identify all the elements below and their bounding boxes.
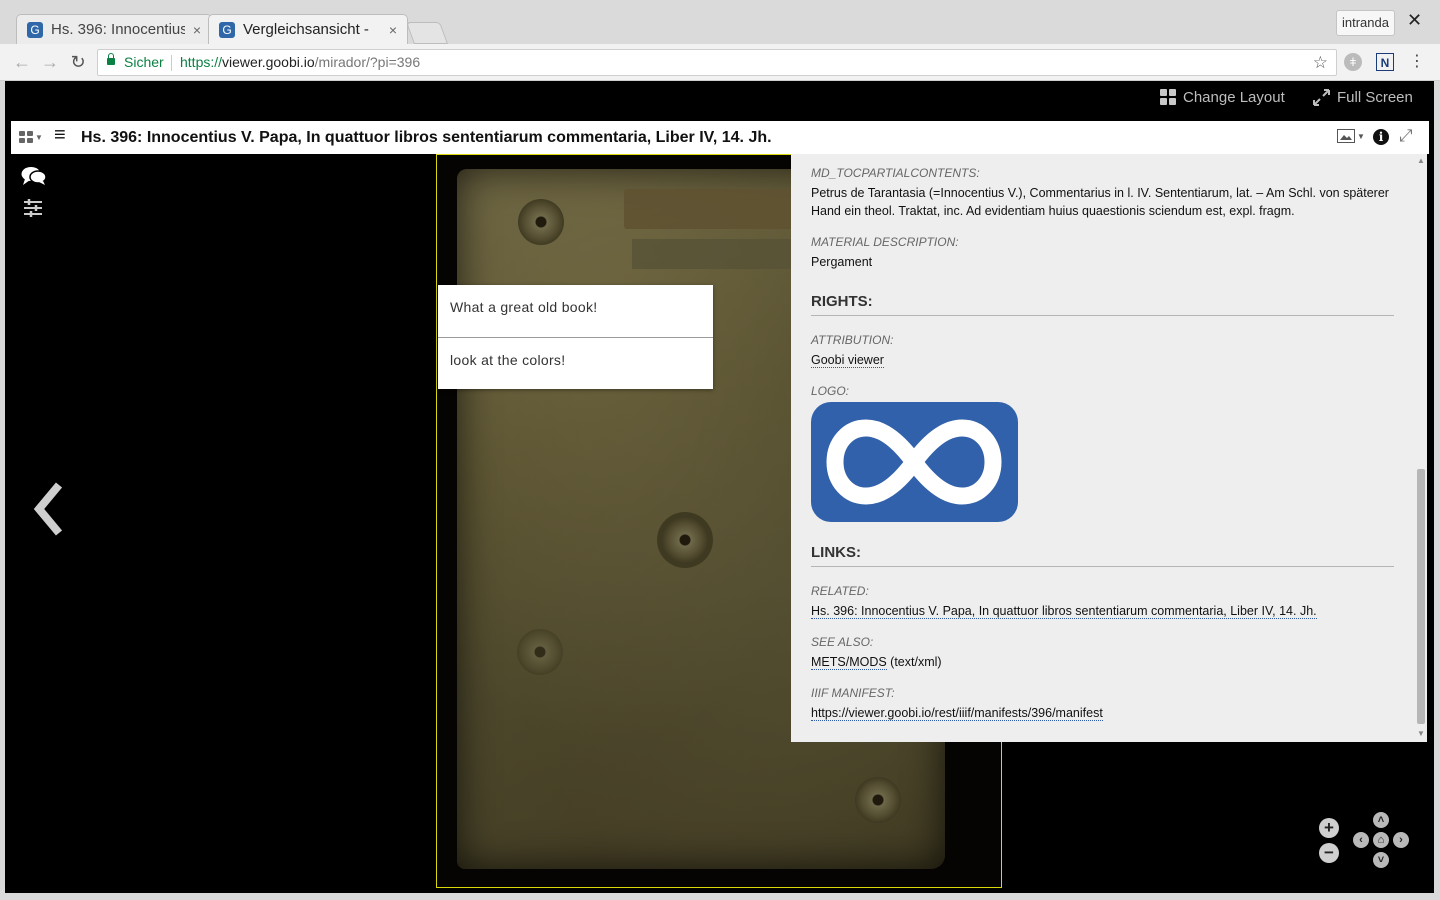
expand-icon	[1313, 88, 1330, 106]
book-boss	[517, 629, 563, 675]
metadata-content: MD_TOCPARTIALCONTENTS: Petrus de Taranta…	[811, 166, 1394, 737]
url-divider	[171, 55, 172, 71]
window-slot: ▼ ≡ Hs. 396: Innocentius V. Papa, In qua…	[11, 121, 1429, 889]
home-icon[interactable]: ⌂	[1373, 832, 1389, 848]
tab-close-icon[interactable]: ×	[389, 22, 397, 38]
close-window-icon[interactable]: ✕	[1407, 10, 1422, 31]
tab-title: Hs. 396: Innocentius	[51, 21, 185, 38]
attribution-link[interactable]: Goobi viewer	[811, 353, 884, 368]
see-also-block: SEE ALSO: METS/MODS (text/xml)	[811, 635, 1394, 671]
pan-down-icon[interactable]: ˅	[1373, 852, 1389, 868]
reload-button[interactable]: ↻	[66, 50, 90, 74]
change-layout-label: Change Layout	[1183, 88, 1285, 106]
scroll-up-icon[interactable]: ▲	[1417, 156, 1425, 165]
pan-right-icon[interactable]: ›	[1393, 832, 1409, 848]
full-screen-button[interactable]: Full Screen	[1313, 87, 1413, 107]
manifest-label: IIIF MANIFEST:	[811, 686, 895, 700]
scroll-thumb[interactable]	[1417, 469, 1425, 724]
related-link[interactable]: Hs. 396: Innocentius V. Papa, In quattuo…	[811, 604, 1317, 619]
tab-title: Vergleichsansicht -	[243, 21, 369, 38]
goobi-favicon-icon: G	[27, 21, 43, 38]
pan-left-icon[interactable]: ‹	[1353, 832, 1369, 848]
image-tools-icon[interactable]	[23, 198, 43, 223]
mets-mods-link[interactable]: METS/MODS	[811, 655, 887, 670]
metadata-panel: MD_TOCPARTIALCONTENTS: Petrus de Taranta…	[791, 154, 1423, 742]
extension-n-icon[interactable]: N	[1376, 53, 1394, 71]
mirador-topbar: Change Layout Full Screen	[5, 81, 1434, 114]
logo-label: LOGO:	[811, 384, 850, 398]
browser-toolbar: ← → ↻ Sicher https://viewer.goobi.io/mir…	[0, 44, 1440, 81]
related-block: RELATED: Hs. 396: Innocentius V. Papa, I…	[811, 584, 1394, 620]
window-title: Hs. 396: Innocentius V. Papa, In quattuo…	[81, 129, 772, 146]
attribution-block: ATTRIBUTION: Goobi viewer	[811, 333, 1394, 369]
goobi-favicon-icon: G	[219, 21, 235, 38]
pan-up-icon[interactable]: ˄	[1373, 812, 1389, 828]
lock-icon	[107, 53, 115, 65]
window-header: ▼ ≡ Hs. 396: Innocentius V. Papa, In qua…	[11, 121, 1429, 154]
change-layout-button[interactable]: Change Layout	[1160, 87, 1285, 107]
material-label: MATERIAL DESCRIPTION:	[811, 235, 959, 249]
caret-down-icon: ▼	[35, 132, 43, 142]
annotation-item[interactable]: What a great old book!	[438, 285, 713, 337]
related-label: RELATED:	[811, 584, 869, 598]
tab-close-icon[interactable]: ×	[193, 22, 201, 38]
toc-block: MD_TOCPARTIALCONTENTS: Petrus de Taranta…	[811, 166, 1394, 220]
browser-tabstrip: G Hs. 396: Innocentius × G Vergleichsans…	[0, 0, 1440, 44]
back-button[interactable]: ←	[10, 50, 34, 74]
zoom-out-icon[interactable]: −	[1319, 843, 1339, 863]
profile-button[interactable]: intranda	[1336, 10, 1395, 36]
forward-button[interactable]: →	[38, 50, 62, 74]
logo-block: LOGO:	[811, 384, 1394, 522]
menu-icon[interactable]: ≡	[54, 124, 66, 147]
toc-value: Petrus de Tarantasia (=Innocentius V.), …	[811, 186, 1389, 218]
scroll-down-icon[interactable]: ▼	[1417, 729, 1425, 738]
material-value: Pergament	[811, 255, 873, 269]
rights-heading: RIGHTS:	[811, 293, 1394, 316]
tab-vergleichsansicht[interactable]: G Vergleichsansicht - ×	[208, 14, 408, 44]
secure-label: Sicher	[124, 54, 164, 70]
goobi-infinity-logo	[811, 402, 1018, 522]
previous-page-icon[interactable]	[29, 479, 69, 539]
zoom-in-icon[interactable]: +	[1319, 818, 1339, 838]
book-boss	[657, 512, 713, 568]
see-also-label: SEE ALSO:	[811, 635, 874, 649]
browser-menu-icon[interactable]: ⋮	[1408, 53, 1426, 71]
layout-grid-icon	[1160, 89, 1176, 105]
slot-grid-icon	[19, 131, 33, 143]
links-heading: LINKS:	[811, 544, 1394, 567]
material-block: MATERIAL DESCRIPTION: Pergament	[811, 235, 1394, 271]
tab-innocentius[interactable]: G Hs. 396: Innocentius ×	[16, 14, 212, 44]
image-view-icon[interactable]: ▼	[1337, 129, 1365, 143]
book-label-tag	[624, 189, 794, 229]
expand-window-icon[interactable]: ⤢	[1399, 126, 1413, 146]
comments-icon[interactable]	[21, 166, 47, 191]
metadata-scrollbar[interactable]: ▲ ▼	[1415, 154, 1427, 742]
annotation-popup: What a great old book! look at the color…	[438, 285, 713, 389]
bookmark-star-icon[interactable]: ☆	[1313, 50, 1328, 75]
toc-label: MD_TOCPARTIALCONTENTS:	[811, 166, 980, 180]
attribution-label: ATTRIBUTION:	[811, 333, 894, 347]
caret-down-icon: ▼	[1357, 131, 1365, 141]
image-icon	[1337, 129, 1355, 143]
address-bar[interactable]: Sicher https://viewer.goobi.io/mirador/?…	[97, 49, 1337, 76]
mirador-viewer: Change Layout Full Screen ▼ ≡ Hs. 396: I…	[5, 81, 1434, 893]
new-tab-button[interactable]	[405, 22, 449, 44]
infinity-icon	[826, 419, 1002, 505]
book-boss	[518, 199, 564, 245]
book-boss	[855, 777, 901, 823]
url-text: https://viewer.goobi.io/mirador/?pi=396	[180, 50, 420, 75]
url-scheme: https://	[180, 54, 223, 70]
manifest-block: IIIF MANIFEST: https://viewer.goobi.io/r…	[811, 686, 1394, 722]
window-layout-icon[interactable]: ▼	[19, 131, 43, 143]
full-screen-label: Full Screen	[1337, 88, 1413, 106]
url-path: /mirador/?pi=396	[314, 54, 421, 70]
see-also-format: (text/xml)	[886, 655, 942, 669]
info-icon[interactable]: i	[1373, 129, 1389, 145]
url-host: viewer.goobi.io	[222, 54, 315, 70]
annotation-item[interactable]: look at the colors!	[438, 337, 713, 389]
extension-globe-icon[interactable]: ǂ	[1344, 53, 1362, 71]
manifest-link[interactable]: https://viewer.goobi.io/rest/iiif/manife…	[811, 706, 1103, 721]
